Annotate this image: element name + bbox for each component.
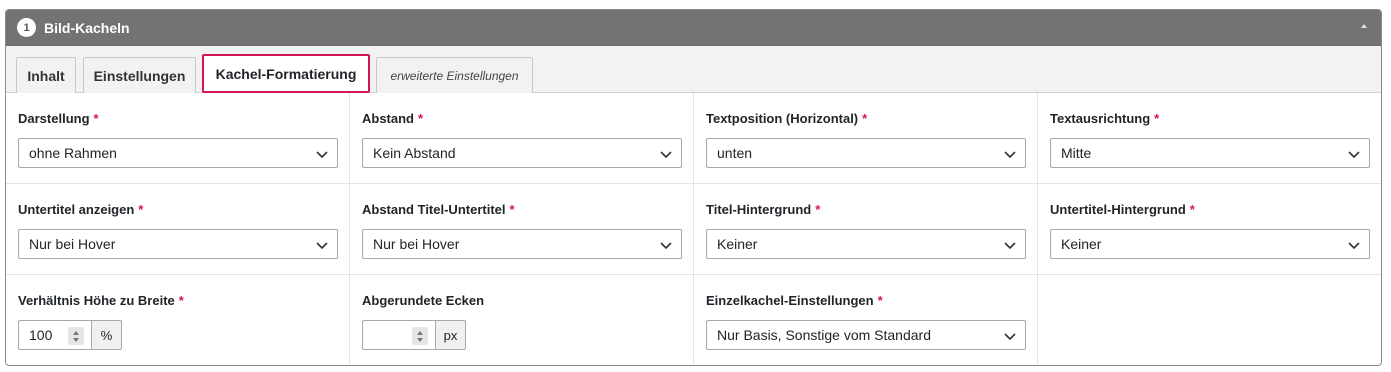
required-marker: * xyxy=(93,111,99,126)
content-panel: 1 Bild-Kacheln Inhalt Einstellungen Kach… xyxy=(5,9,1382,366)
field-label: Abgerundete Ecken xyxy=(362,293,485,308)
tab-erweiterte-einstellungen[interactable]: erweiterte Einstellungen xyxy=(376,57,533,93)
tab-inhalt[interactable]: Inhalt xyxy=(16,57,76,93)
form-row: Untertitel anzeigen * Nur bei Hover Absta… xyxy=(6,184,1381,275)
field-abstand: Abstand * Kein Abstand xyxy=(350,93,694,183)
field-abstand-titel-untertitel: Abstand Titel-Untertitel * Nur bei Hover xyxy=(350,184,694,274)
einzelkachel-select[interactable]: Nur Basis, Sonstige vom Standard xyxy=(706,320,1026,350)
untertitel-anzeigen-select[interactable]: Nur bei Hover xyxy=(18,229,338,259)
field-label: Textposition (Horizontal) * xyxy=(706,111,868,126)
field-label: Einzelkachel-Einstellungen * xyxy=(706,293,883,308)
panel-header[interactable]: 1 Bild-Kacheln xyxy=(6,10,1381,46)
required-marker: * xyxy=(1189,202,1195,217)
panel-title: Bild-Kacheln xyxy=(44,19,130,36)
chevron-down-icon xyxy=(316,151,328,159)
field-label: Darstellung * xyxy=(18,111,99,126)
form-row: Darstellung * ohne Rahmen Abstand * Kein A… xyxy=(6,93,1381,184)
collapse-icon[interactable] xyxy=(1361,24,1367,28)
chevron-down-icon xyxy=(660,242,672,250)
required-marker: * xyxy=(877,293,883,308)
verhaeltnis-input-group: 100 % xyxy=(18,320,337,350)
field-verhaeltnis: Verhältnis Höhe zu Breite * 100 % xyxy=(6,275,350,365)
chevron-down-icon xyxy=(1348,151,1360,159)
field-textausrichtung: Textausrichtung * Mitte xyxy=(1038,93,1381,183)
required-marker: * xyxy=(862,111,868,126)
chevron-down-icon xyxy=(1348,242,1360,250)
tab-bar: Inhalt Einstellungen Kachel-Formatierung… xyxy=(6,46,1381,93)
field-darstellung: Darstellung * ohne Rahmen xyxy=(6,93,350,183)
unit-label: px xyxy=(436,320,466,350)
select-value: unten xyxy=(717,145,753,161)
select-value: Kein Abstand xyxy=(373,145,456,161)
required-marker: * xyxy=(509,202,515,217)
select-value: Mitte xyxy=(1061,145,1092,161)
abstand-select[interactable]: Kein Abstand xyxy=(362,138,682,168)
tab-einstellungen[interactable]: Einstellungen xyxy=(83,57,196,93)
input-value: 100 xyxy=(29,327,53,343)
number-spinner[interactable] xyxy=(68,327,84,345)
tab-kachel-formatierung[interactable]: Kachel-Formatierung xyxy=(202,54,370,93)
field-untertitel-anzeigen: Untertitel anzeigen * Nur bei Hover xyxy=(6,184,350,274)
field-label: Untertitel-Hintergrund * xyxy=(1050,202,1195,217)
form-grid: Darstellung * ohne Rahmen Abstand * Kein A… xyxy=(6,93,1381,365)
select-value: Nur bei Hover xyxy=(29,236,116,252)
required-marker: * xyxy=(138,202,144,217)
select-value: ohne Rahmen xyxy=(29,145,117,161)
textposition-select[interactable]: unten xyxy=(706,138,1026,168)
ecken-input-group: px xyxy=(362,320,681,350)
field-label: Textausrichtung * xyxy=(1050,111,1160,126)
field-einzelkachel-einstellungen: Einzelkachel-Einstellungen * Nur Basis, S… xyxy=(694,275,1038,365)
untertitel-hintergrund-select[interactable]: Keiner xyxy=(1050,229,1370,259)
field-label: Verhältnis Höhe zu Breite * xyxy=(18,293,184,308)
chevron-down-icon xyxy=(1004,333,1016,341)
textausrichtung-select[interactable]: Mitte xyxy=(1050,138,1370,168)
field-abgerundete-ecken: Abgerundete Ecken px xyxy=(350,275,694,365)
spinner-up-icon[interactable] xyxy=(73,330,79,335)
required-marker: * xyxy=(418,111,424,126)
field-label: Untertitel anzeigen * xyxy=(18,202,144,217)
darstellung-select[interactable]: ohne Rahmen xyxy=(18,138,338,168)
field-textposition: Textposition (Horizontal) * unten xyxy=(694,93,1038,183)
select-value: Nur Basis, Sonstige vom Standard xyxy=(717,327,931,343)
ecken-number-input[interactable] xyxy=(362,320,436,350)
field-titel-hintergrund: Titel-Hintergrund * Keiner xyxy=(694,184,1038,274)
field-label: Abstand Titel-Untertitel * xyxy=(362,202,515,217)
form-row: Verhältnis Höhe zu Breite * 100 % Abgerun… xyxy=(6,275,1381,365)
spinner-down-icon[interactable] xyxy=(73,337,79,342)
required-marker: * xyxy=(178,293,184,308)
abstand-titel-untertitel-select[interactable]: Nur bei Hover xyxy=(362,229,682,259)
chevron-down-icon xyxy=(1004,151,1016,159)
select-value: Keiner xyxy=(717,236,758,252)
number-spinner[interactable] xyxy=(412,327,428,345)
spinner-up-icon[interactable] xyxy=(417,330,423,335)
chevron-down-icon xyxy=(1004,242,1016,250)
titel-hintergrund-select[interactable]: Keiner xyxy=(706,229,1026,259)
panel-number-badge: 1 xyxy=(17,18,36,37)
select-value: Keiner xyxy=(1061,236,1102,252)
required-marker: * xyxy=(1154,111,1160,126)
select-value: Nur bei Hover xyxy=(373,236,460,252)
field-label: Abstand * xyxy=(362,111,424,126)
unit-label: % xyxy=(92,320,122,350)
field-untertitel-hintergrund: Untertitel-Hintergrund * Keiner xyxy=(1038,184,1381,274)
empty-cell xyxy=(1038,275,1381,365)
verhaeltnis-number-input[interactable]: 100 xyxy=(18,320,92,350)
field-label: Titel-Hintergrund * xyxy=(706,202,821,217)
required-marker: * xyxy=(815,202,821,217)
spinner-down-icon[interactable] xyxy=(417,337,423,342)
chevron-down-icon xyxy=(316,242,328,250)
chevron-down-icon xyxy=(660,151,672,159)
